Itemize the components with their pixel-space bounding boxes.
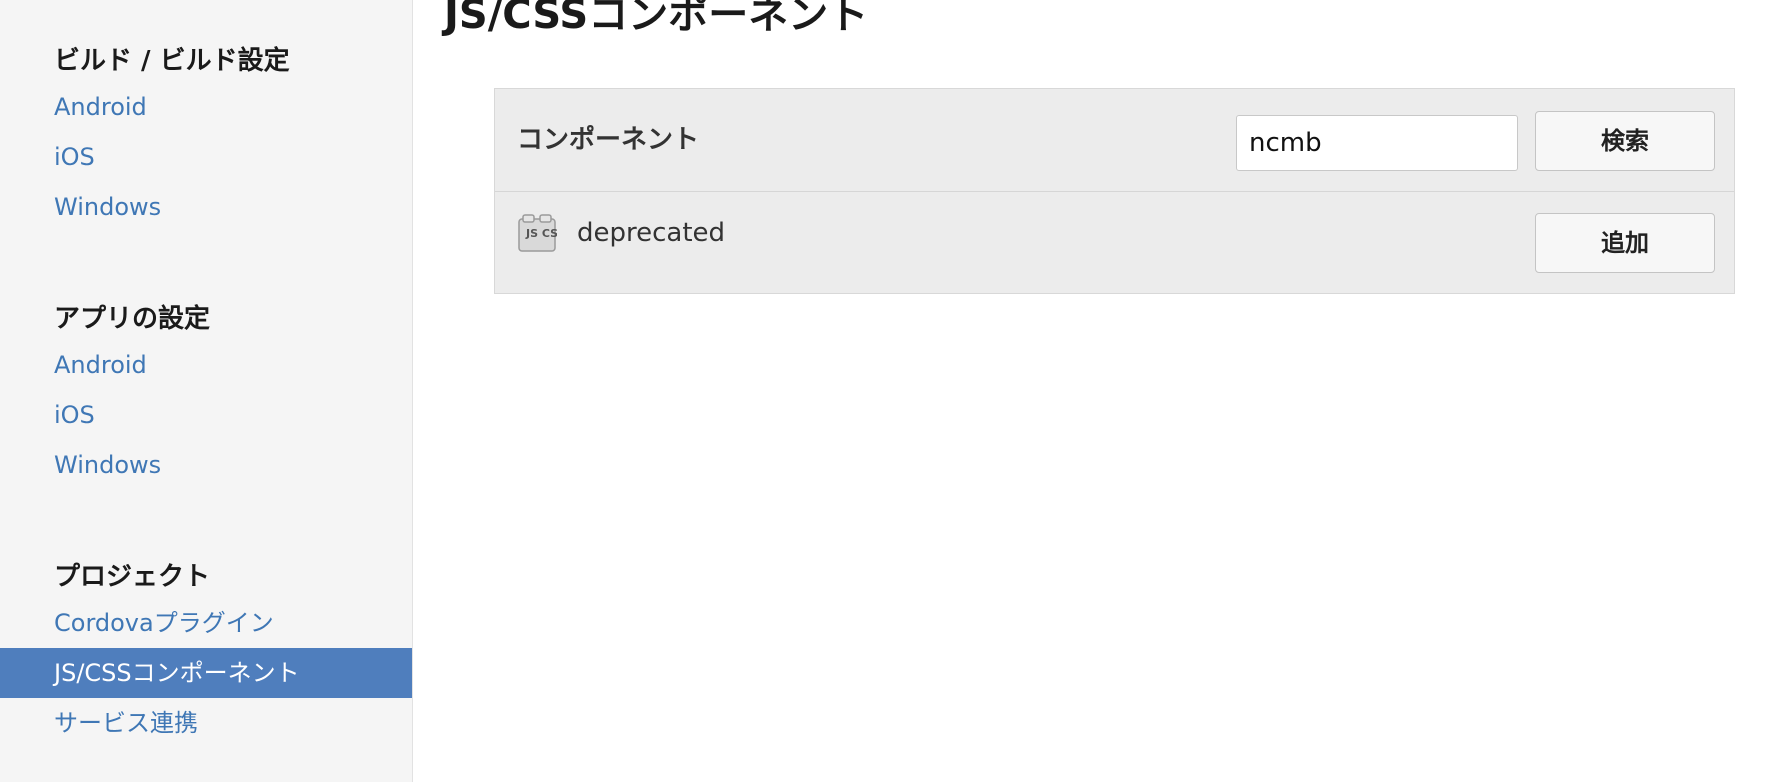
js-css-icon: JS CSS: [518, 214, 557, 252]
section-title-build: ビルド / ビルド設定: [54, 46, 290, 76]
sidebar-item-build-ios[interactable]: iOS: [0, 132, 412, 182]
page-title: JS/CSSコンポーネント: [444, 0, 869, 38]
sidebar-item-app-ios[interactable]: iOS: [0, 390, 412, 440]
sidebar-item-build-android[interactable]: Android: [0, 82, 412, 132]
sidebar-item-service-integration[interactable]: サービス連携: [0, 698, 412, 748]
components-header-label: コンポーネント: [517, 125, 700, 155]
sidebar: ビルド / ビルド設定 Android iOS Windows アプリの設定 A…: [0, 0, 413, 782]
svg-text:JS CSS: JS CSS: [525, 227, 557, 240]
add-component-button[interactable]: 追加: [1535, 213, 1715, 273]
sidebar-item-app-android[interactable]: Android: [0, 340, 412, 390]
component-search-input[interactable]: [1236, 115, 1518, 171]
components-panel: コンポーネント 検索 JS CSS deprecated 追加: [494, 88, 1735, 294]
sidebar-item-build-windows[interactable]: Windows: [0, 182, 412, 232]
sidebar-item-cordova-plugins[interactable]: Cordovaプラグイン: [0, 598, 412, 648]
section-title-app-settings: アプリの設定: [54, 304, 211, 334]
search-button[interactable]: 検索: [1535, 111, 1715, 171]
components-panel-header: コンポーネント 検索: [495, 89, 1734, 192]
section-title-project: プロジェクト: [54, 562, 211, 592]
component-name: deprecated: [577, 218, 726, 248]
sidebar-item-js-css-components[interactable]: JS/CSSコンポーネント: [0, 648, 412, 698]
sidebar-item-app-windows[interactable]: Windows: [0, 440, 412, 490]
